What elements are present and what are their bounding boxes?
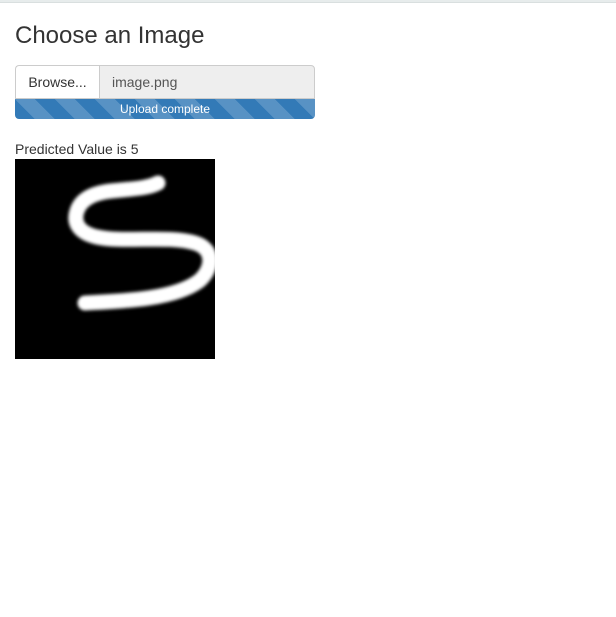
prediction-text: Predicted Value is 5 <box>15 141 139 157</box>
file-name-field[interactable] <box>99 65 315 99</box>
upload-progress: Upload complete <box>15 99 315 119</box>
file-input-group[interactable]: Browse... <box>15 65 315 99</box>
top-rule <box>0 0 616 3</box>
handwritten-digit-image <box>15 159 215 359</box>
page-title: Choose an Image <box>15 22 205 49</box>
browse-button[interactable]: Browse... <box>15 65 99 99</box>
upload-progress-bar: Upload complete <box>15 99 315 119</box>
